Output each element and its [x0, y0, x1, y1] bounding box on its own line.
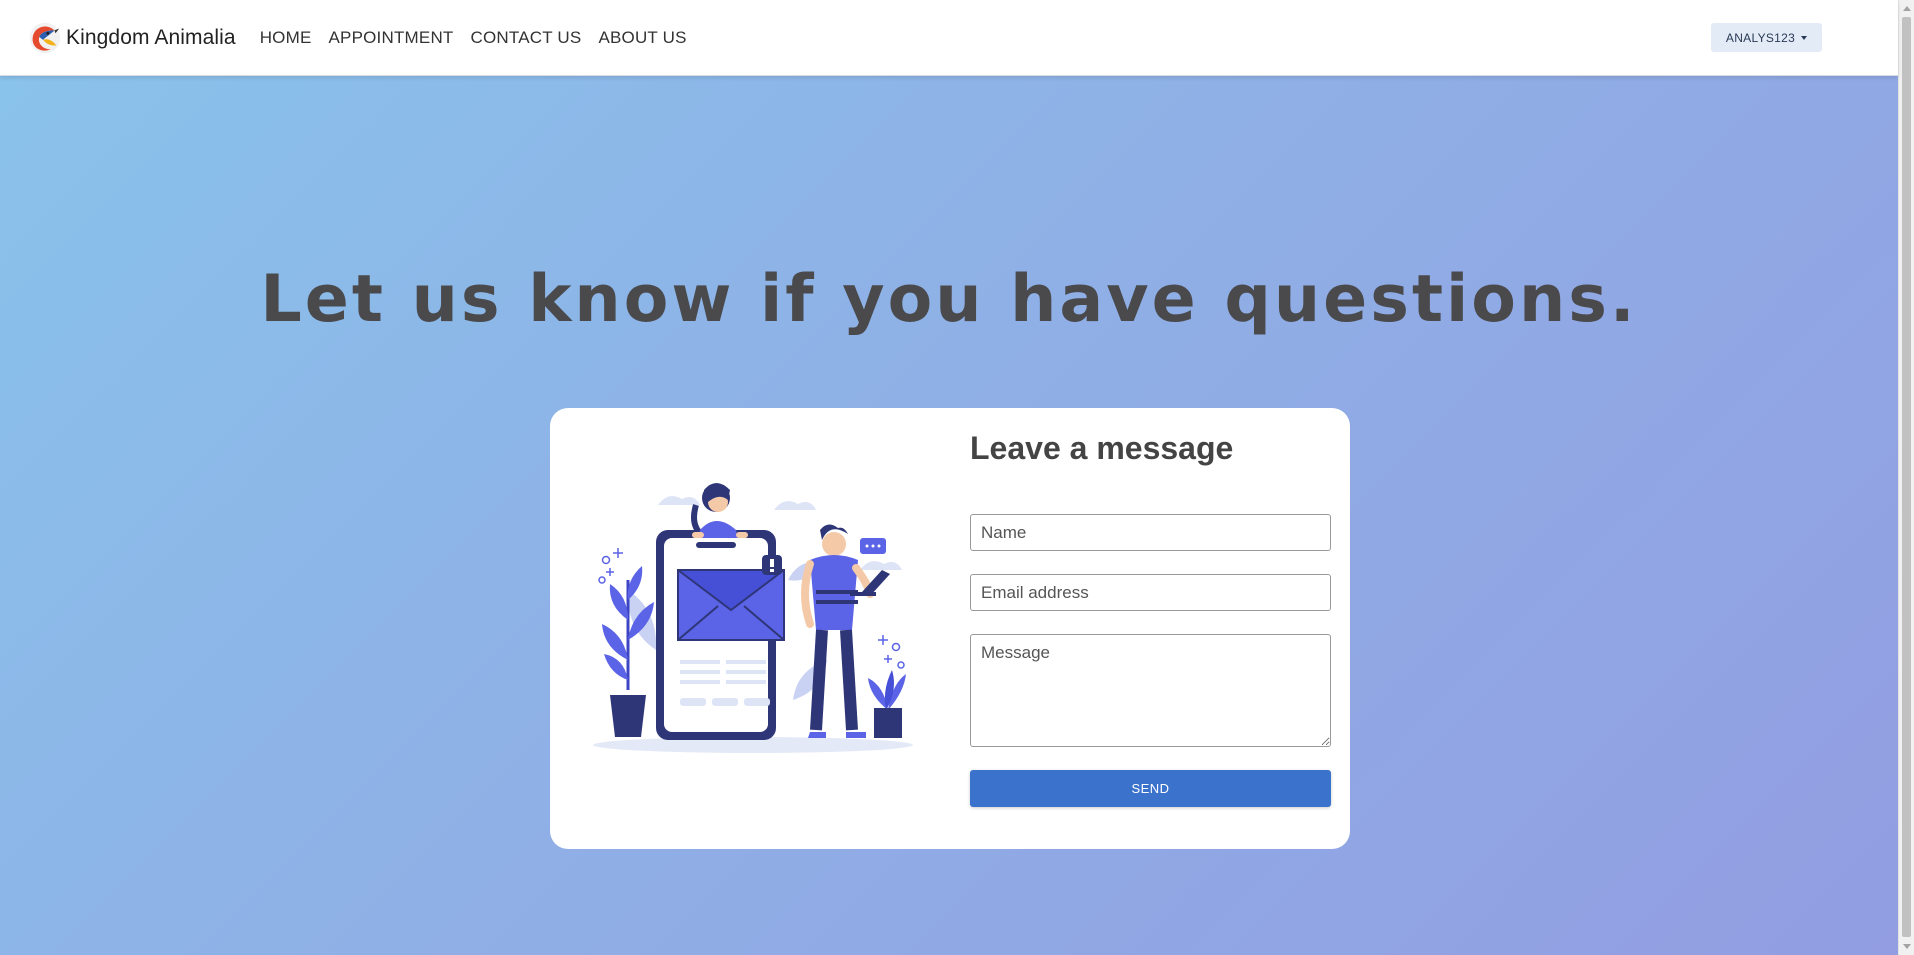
- caret-down-icon: [1801, 35, 1808, 40]
- brand-name: Kingdom Animalia: [66, 25, 236, 49]
- scrollbar-thumb[interactable]: [1902, 17, 1911, 937]
- page-scrollbar[interactable]: [1898, 0, 1914, 955]
- contact-illustration: [593, 483, 913, 753]
- hero-title: Let us know if you have questions.: [260, 262, 1638, 337]
- send-button[interactable]: SEND: [970, 770, 1331, 807]
- nav-about-us-link[interactable]: ABOUT US: [598, 28, 686, 48]
- form-title: Leave a message: [970, 430, 1234, 466]
- brand-link[interactable]: Kingdom Animalia: [26, 19, 236, 57]
- nav-appointment-link[interactable]: APPOINTMENT: [329, 28, 454, 48]
- user-menu-label: ANALYS123: [1725, 30, 1796, 45]
- top-navbar: Kingdom Animalia HOME APPOINTMENT CONTAC…: [0, 0, 1898, 76]
- scroll-up-arrow-icon[interactable]: [1903, 6, 1911, 11]
- bird-logo-icon: [29, 22, 61, 53]
- name-input[interactable]: [970, 514, 1331, 551]
- nav-links: HOME APPOINTMENT CONTACT US ABOUT US: [260, 28, 704, 48]
- nav-home-link[interactable]: HOME: [260, 28, 312, 48]
- contact-card: Leave a message SEND: [550, 408, 1350, 849]
- scroll-down-arrow-icon[interactable]: [1903, 944, 1911, 949]
- user-menu-dropdown[interactable]: ANALYS123: [1711, 23, 1822, 52]
- email-input[interactable]: [970, 574, 1331, 611]
- message-textarea[interactable]: [970, 634, 1331, 747]
- hero-section: Let us know if you have questions. Leave…: [0, 76, 1898, 955]
- nav-contact-us-link[interactable]: CONTACT US: [471, 28, 582, 48]
